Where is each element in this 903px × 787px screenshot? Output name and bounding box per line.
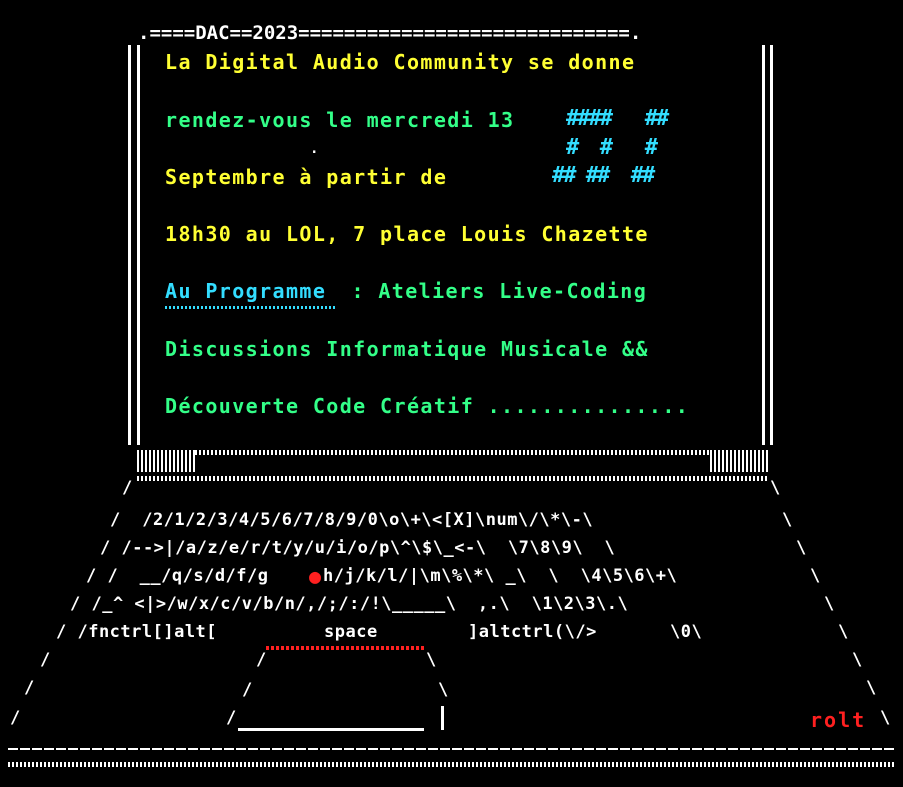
screen-line-5: : Ateliers Live-Coding bbox=[338, 279, 648, 303]
ascii-art-row-3: ## ## ## bbox=[552, 163, 655, 188]
hinge-right bbox=[710, 450, 768, 472]
kbd-right-slope-5: \ bbox=[838, 622, 849, 642]
screen-line-4: 18h30 au LOL, 7 place Louis Chazette bbox=[165, 222, 649, 246]
screen-line-6: Discussions Informatique Musicale && bbox=[165, 337, 649, 361]
hinge-top-line bbox=[195, 450, 710, 455]
screen-right-border-inner bbox=[762, 45, 765, 445]
corner-label: rolt bbox=[810, 708, 867, 732]
kbd-left-slope-7: / bbox=[24, 678, 35, 698]
kbd-left-slope-8: / bbox=[10, 708, 21, 728]
hinge-left bbox=[137, 450, 195, 472]
ascii-art-row-1: #### ## bbox=[566, 106, 669, 131]
kbd-right-slope-4: \ bbox=[824, 594, 835, 614]
screen-left-border-inner bbox=[137, 45, 140, 445]
trackpad-right-3 bbox=[441, 706, 444, 730]
kbd-right-slope-top: \ bbox=[770, 478, 781, 498]
kbd-left-slope-top: / bbox=[122, 478, 133, 498]
kbd-right-slope-3: \ bbox=[810, 566, 821, 586]
trackpad-right-1: \ bbox=[426, 650, 437, 670]
keyboard-row-2[interactable]: / /-->|/a/z/e/r/t/y/u/i/o/p\^\$\_<-\ \7\… bbox=[100, 540, 615, 557]
base-bottom-line bbox=[8, 762, 894, 767]
kbd-right-slope-8: \ bbox=[880, 708, 891, 728]
program-link-underline bbox=[165, 306, 337, 309]
keyboard-row-5-end[interactable]: \0\ bbox=[670, 624, 702, 641]
trackpad-left-3: / bbox=[226, 708, 237, 728]
screen-title-bar: .====DAC==2023==========================… bbox=[138, 22, 642, 44]
trackpad-left-2: / bbox=[242, 680, 253, 700]
cursor-dot-icon: ● bbox=[309, 564, 322, 588]
trackpad-left-1: / bbox=[256, 650, 267, 670]
keyboard-row-5-left[interactable]: / /fnctrl[]alt[ bbox=[56, 624, 217, 641]
hinge-bottom-line bbox=[137, 476, 768, 481]
trackpad[interactable] bbox=[238, 728, 424, 731]
keyboard-row-5-right[interactable]: ]altctrl(\/> bbox=[468, 624, 597, 641]
screen-dot: . bbox=[310, 141, 320, 157]
screen-line-3: Septembre à partir de bbox=[165, 165, 448, 189]
trackpad-right-2: \ bbox=[438, 680, 449, 700]
screen-line-2: rendez-vous le mercredi 13 bbox=[165, 108, 515, 132]
screen-right-border bbox=[770, 45, 773, 445]
keyboard-row-3-right[interactable]: h/j/k/l/|\m\%\*\ _\ \ \4\5\6\+\ bbox=[323, 568, 677, 585]
keyboard-row-4[interactable]: / /_^ <|>/w/x/c/v/b/n/,/;/:/!\_____\ ,.\… bbox=[70, 596, 628, 613]
kbd-right-slope-6: \ bbox=[852, 650, 863, 670]
keyboard-row-1[interactable]: / /2/1/2/3/4/5/6/7/8/9/0\o\+\<[X]\num\/\… bbox=[110, 512, 593, 529]
screen-line-1: La Digital Audio Community se donne bbox=[165, 50, 636, 74]
kbd-right-slope-2: \ bbox=[796, 538, 807, 558]
kbd-right-slope-7: \ bbox=[866, 678, 877, 698]
ascii-art-row-2: # # # bbox=[566, 135, 658, 160]
keyboard-row-3-left[interactable]: / / __/q/s/d/f/g bbox=[86, 568, 269, 585]
base-top-line bbox=[8, 748, 894, 750]
trackpad-top-edge bbox=[266, 646, 424, 650]
kbd-left-slope-6: / bbox=[40, 650, 51, 670]
space-key[interactable]: space bbox=[324, 624, 378, 641]
screen-line-7: Découverte Code Créatif ............... bbox=[165, 394, 690, 418]
program-link[interactable]: Au Programme bbox=[165, 281, 326, 301]
kbd-right-slope-1: \ bbox=[782, 510, 793, 530]
screen-left-border bbox=[128, 45, 131, 445]
